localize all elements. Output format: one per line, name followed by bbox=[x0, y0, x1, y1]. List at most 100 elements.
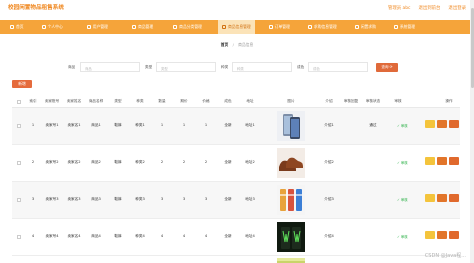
col-price: 价格 bbox=[202, 99, 210, 103]
doc-icon bbox=[307, 25, 312, 29]
col-actions: 操作 bbox=[445, 99, 453, 103]
col-product: 商品名称 bbox=[88, 99, 104, 103]
search-input-condition[interactable]: 成色 bbox=[308, 62, 368, 72]
col-kind: 种类 bbox=[136, 99, 144, 103]
goods-table: 索引 卖家账号 卖家姓名 商品名称 类型 种类 数量 期价 价格 成色 地址 图… bbox=[12, 96, 460, 263]
search-label-condition: 成色 bbox=[297, 65, 305, 69]
site-title: 校园闲置物品租售系统 bbox=[8, 5, 64, 11]
cell-kind: 种类1 bbox=[135, 123, 145, 127]
select-all-checkbox[interactable] bbox=[17, 100, 21, 104]
nav-item-goods-info[interactable]: 商品信息管理 bbox=[217, 20, 255, 34]
cell-product: 商品2 bbox=[91, 160, 101, 164]
edit-button[interactable] bbox=[437, 157, 447, 165]
logout-link[interactable]: 退出登录 bbox=[448, 5, 466, 11]
edit-button[interactable] bbox=[437, 120, 447, 128]
box-icon bbox=[131, 25, 136, 29]
delete-button[interactable] bbox=[449, 231, 459, 239]
cell-index: 3 bbox=[31, 197, 35, 201]
search-input-type[interactable]: 类型 bbox=[156, 62, 216, 72]
cell-review-status: 通过 bbox=[369, 123, 377, 127]
nav-item-home[interactable]: 首页 bbox=[6, 20, 28, 34]
col-qty: 数量 bbox=[158, 99, 166, 103]
breadcrumb-current: 商品信息 bbox=[238, 42, 254, 47]
home-icon bbox=[10, 25, 14, 29]
delete-button[interactable] bbox=[449, 157, 459, 165]
col-type: 类型 bbox=[114, 99, 122, 103]
search-input-product[interactable]: 商品 bbox=[80, 62, 140, 72]
cell-intro: 介绍2 bbox=[324, 160, 334, 164]
table-row: 4 卖家号4 卖家名4 商品4 鞋裤 种类4 4 4 4 全新 地址4 介绍4 … bbox=[12, 219, 460, 256]
cell-period: 4 bbox=[182, 234, 186, 238]
col-intro: 介绍 bbox=[325, 99, 333, 103]
search-label-type: 类型 bbox=[145, 65, 153, 69]
search-button[interactable]: 查询 ⟳ bbox=[376, 63, 398, 72]
cell-name: 卖家名4 bbox=[67, 234, 81, 238]
nav-item-system[interactable]: 系统管理 bbox=[390, 20, 419, 34]
cell-product: 商品3 bbox=[91, 197, 101, 201]
col-review: 审核 bbox=[394, 99, 402, 103]
edit-button[interactable] bbox=[437, 231, 447, 239]
cell-index: 2 bbox=[31, 160, 35, 164]
cell-qty: 1 bbox=[160, 123, 164, 127]
cell-condition: 全新 bbox=[224, 197, 232, 201]
review-link[interactable]: ✓ 审核 bbox=[397, 123, 408, 128]
cell-index: 1 bbox=[31, 123, 35, 127]
category-icon bbox=[173, 25, 178, 29]
col-image: 图片 bbox=[287, 99, 295, 103]
detail-button[interactable] bbox=[425, 120, 435, 128]
review-link[interactable]: ✓ 审核 bbox=[397, 197, 408, 202]
back-to-frontend-link[interactable]: 退出到前台 bbox=[418, 5, 440, 11]
col-account: 卖家账号 bbox=[44, 99, 60, 103]
cell-intro: 介绍1 bbox=[324, 123, 334, 127]
nav-item-users[interactable]: 用户管理 bbox=[83, 20, 112, 34]
top-links: 管理员 abc 退出到前台 退出登录 bbox=[388, 5, 466, 11]
row-checkbox[interactable] bbox=[17, 124, 21, 128]
nav-item-orders[interactable]: 订单管理 bbox=[265, 20, 294, 34]
cell-account: 卖家号4 bbox=[45, 234, 59, 238]
nav-item-idle-wanted[interactable]: 闲置求购 bbox=[351, 20, 380, 34]
nav-item-profile[interactable]: 个人中心 bbox=[38, 20, 67, 34]
review-link[interactable]: ✓ 审核 bbox=[397, 234, 408, 239]
cell-name: 卖家名2 bbox=[67, 160, 81, 164]
add-button[interactable]: 新增 bbox=[12, 80, 32, 88]
detail-button[interactable] bbox=[425, 194, 435, 202]
cell-period: 1 bbox=[182, 123, 186, 127]
nav-item-goods[interactable]: 商品管理 bbox=[128, 20, 157, 34]
top-header: 校园闲置物品租售系统 管理员 abc 退出到前台 退出登录 bbox=[0, 0, 474, 18]
cell-type: 鞋裤 bbox=[114, 123, 122, 127]
users-icon bbox=[86, 25, 91, 29]
nav-item-wanted-info[interactable]: 求购信息管理 bbox=[304, 20, 341, 34]
cell-qty: 3 bbox=[160, 197, 164, 201]
product-image-shoes bbox=[277, 148, 305, 178]
edit-button[interactable] bbox=[437, 194, 447, 202]
search-row: 商品 商品 类型 类型 种类 种类 成色 成色 查询 ⟳ bbox=[0, 62, 474, 72]
cell-condition: 全新 bbox=[224, 160, 232, 164]
row-checkbox[interactable] bbox=[17, 161, 21, 165]
table-row: 2 卖家号2 卖家名2 商品2 鞋裤 种类2 2 2 2 全新 地址2 介绍2 … bbox=[12, 145, 460, 182]
table-row-partial bbox=[12, 256, 460, 263]
col-review-reply: 审核回复 bbox=[343, 99, 359, 103]
admin-user-link[interactable]: 管理员 abc bbox=[388, 5, 410, 11]
row-checkbox[interactable] bbox=[17, 198, 21, 202]
breadcrumb-home[interactable]: 首页 bbox=[221, 42, 229, 47]
product-image-cans bbox=[277, 222, 305, 252]
col-review-status: 审核状态 bbox=[365, 99, 381, 103]
scrollbar-thumb[interactable] bbox=[470, 8, 474, 88]
detail-button[interactable] bbox=[425, 157, 435, 165]
detail-button[interactable] bbox=[425, 231, 435, 239]
review-link[interactable]: ✓ 审核 bbox=[397, 160, 408, 165]
vertical-scrollbar[interactable] bbox=[470, 0, 474, 263]
col-address: 地址 bbox=[246, 99, 254, 103]
delete-button[interactable] bbox=[449, 194, 459, 202]
nav-item-goods-category[interactable]: 商品分类管理 bbox=[169, 20, 206, 34]
delete-button[interactable] bbox=[449, 120, 459, 128]
cell-name: 卖家名1 bbox=[67, 123, 81, 127]
table-row: 3 卖家号3 卖家名3 商品3 鞋裤 种类3 3 3 3 全新 地址3 介绍3 … bbox=[12, 182, 460, 219]
gear-icon bbox=[393, 25, 398, 29]
row-checkbox[interactable] bbox=[17, 235, 21, 239]
cell-product: 商品4 bbox=[91, 234, 101, 238]
cell-kind: 种类2 bbox=[135, 160, 145, 164]
search-input-kind[interactable]: 种类 bbox=[232, 62, 292, 72]
cell-intro: 介绍4 bbox=[324, 234, 334, 238]
cell-qty: 4 bbox=[160, 234, 164, 238]
